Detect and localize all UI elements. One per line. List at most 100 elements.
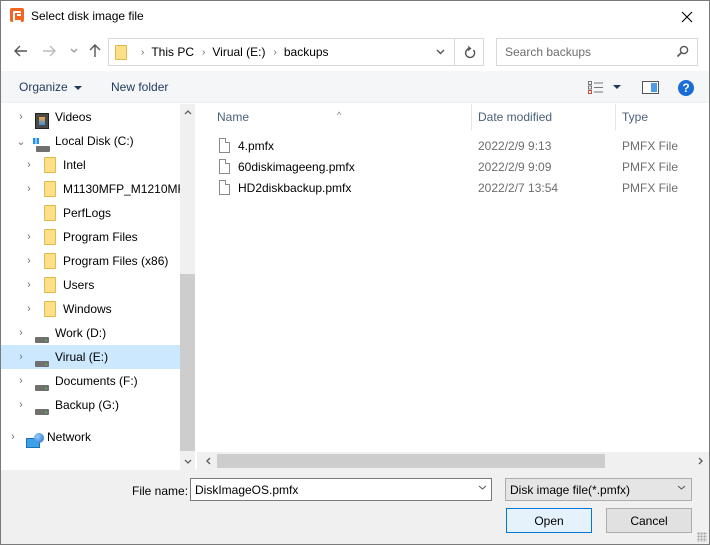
tree-item-windows[interactable]: › Windows [1,297,180,321]
drive-icon [35,377,49,393]
details-view-icon[interactable] [588,81,604,94]
arrow-right-icon [43,45,56,57]
help-icon[interactable]: ? [678,80,694,96]
file-name: 4.pmfx [238,139,275,153]
chevron-right-icon[interactable]: › [17,369,25,393]
tree-item-intel[interactable]: › Intel [1,153,180,177]
tree-item-perflogs[interactable]: PerfLogs [1,201,180,225]
tree-item-videos[interactable]: › Videos [1,105,180,129]
address-bar[interactable]: › This PC › Virual (E:) › backups [108,38,484,66]
scroll-up-button[interactable] [180,104,195,121]
close-button[interactable] [665,1,709,32]
scroll-thumb[interactable] [217,454,605,468]
breadcrumb-item[interactable]: Virual (E:) [212,45,265,59]
file-name-label: File name: [132,484,189,498]
folder-icon [44,157,56,173]
system-drive-icon [33,137,51,153]
chevron-right-icon[interactable]: › [25,249,33,273]
chevron-right-icon[interactable]: › [17,105,25,129]
tree-item-local-disk-c[interactable]: ⌄ Local Disk (C:) [1,129,180,153]
tree-item-m1130mfp[interactable]: › M1130MFP_M1210MF [1,177,180,201]
scroll-down-button[interactable] [180,453,195,470]
chevron-right-icon[interactable]: › [25,273,33,297]
cancel-button[interactable]: Cancel [606,508,692,533]
chevron-right-icon[interactable]: › [17,345,25,369]
chevron-right-icon[interactable]: › [17,393,25,417]
file-type: PMFX File [622,139,679,153]
tree-item-label: Documents (F:) [55,374,138,388]
scroll-left-button[interactable] [200,452,217,470]
tree-item-label: Windows [63,302,112,316]
tree-scrollbar[interactable] [180,104,195,470]
chevron-down-icon [478,485,487,490]
navigation-bar: › This PC › Virual (E:) › backups Search… [1,32,709,70]
recent-locations-button[interactable] [64,41,84,61]
tree-item-documents-f[interactable]: › Documents (F:) [1,369,180,393]
resize-grip[interactable] [697,532,707,542]
file-name-dropdown[interactable] [478,482,487,493]
preview-pane-icon[interactable] [642,81,659,94]
view-options-dropdown[interactable] [613,85,621,89]
arrow-left-icon [14,45,27,57]
file-row[interactable]: HD2diskbackup.pmfx 2022/2/7 13:54 PMFX F… [197,178,709,199]
file-name-input[interactable]: DiskImageOS.pmfx [190,478,492,501]
chevron-right-icon[interactable]: › [25,225,33,249]
tree-item-users[interactable]: › Users [1,273,180,297]
column-header-name[interactable]: Name ^ [197,104,471,130]
tree-item-label: Videos [55,110,92,124]
up-button[interactable] [85,41,105,61]
open-button[interactable]: Open [506,508,592,533]
chevron-right-icon[interactable]: › [25,177,33,201]
caret-down-icon [73,85,82,90]
arrow-up-icon [89,44,101,57]
tree-item-program-files-x86[interactable]: › Program Files (x86) [1,249,180,273]
tree-item-label: Program Files [63,230,138,244]
address-history-dropdown[interactable] [427,39,453,65]
file-type-value: Disk image file(*.pmfx) [510,483,631,497]
scroll-thumb[interactable] [180,274,195,451]
window-title: Select disk image file [31,9,144,23]
tree-item-label: M1130MFP_M1210MF [63,182,180,196]
breadcrumb: › This PC › Virual (E:) › backups [133,39,329,65]
file-list-horizontal-scrollbar[interactable] [197,452,709,470]
chevron-down-icon [70,48,78,53]
chevron-right-icon[interactable]: › [25,153,33,177]
file-name-value: DiskImageOS.pmfx [195,483,299,497]
file-type-select[interactable]: Disk image file(*.pmfx) [505,478,692,501]
file-date: 2022/2/7 13:54 [478,181,559,195]
back-button[interactable] [11,41,31,61]
file-row[interactable]: 4.pmfx 2022/2/9 9:13 PMFX File [197,136,709,157]
breadcrumb-item[interactable]: This PC [151,45,194,59]
folder-icon [115,45,127,60]
chevron-right-icon[interactable]: › [17,321,25,345]
chevron-right-icon[interactable]: › [9,425,17,449]
column-header-type[interactable]: Type [602,104,709,130]
column-header-date-modified[interactable]: Date modified [458,104,615,130]
search-icon[interactable] [676,45,689,58]
organize-menu[interactable]: Organize [19,80,82,94]
tree-item-network[interactable]: › Network [1,425,180,449]
tree-item-work-d[interactable]: › Work (D:) [1,321,180,345]
chevron-down-icon [184,459,191,464]
tree-item-program-files[interactable]: › Program Files [1,225,180,249]
new-folder-button[interactable]: New folder [111,80,168,94]
search-input[interactable]: Search backups [496,38,698,66]
file-row[interactable]: 60diskimageeng.pmfx 2022/2/9 9:09 PMFX F… [197,157,709,178]
scroll-right-button[interactable] [692,452,709,470]
forward-button[interactable] [39,41,59,61]
chevron-down-icon[interactable]: ⌄ [16,129,25,153]
breadcrumb-item[interactable]: backups [284,45,329,59]
chevron-down-icon [436,49,444,55]
refresh-button[interactable] [454,39,484,65]
chevron-right-icon[interactable]: › [25,297,33,321]
column-header-label: Name [217,110,250,124]
file-icon [219,138,230,153]
chevron-right-icon[interactable]: › [274,47,277,58]
folder-icon [44,277,56,293]
tree-item-virual-e[interactable]: › Virual (E:) [1,345,180,369]
file-name: HD2diskbackup.pmfx [238,181,352,195]
chevron-right-icon[interactable]: › [202,47,205,58]
tree-item-backup-g[interactable]: › Backup (G:) [1,393,180,417]
chevron-right-icon [698,457,703,465]
tree-item-label: Backup (G:) [55,398,120,412]
